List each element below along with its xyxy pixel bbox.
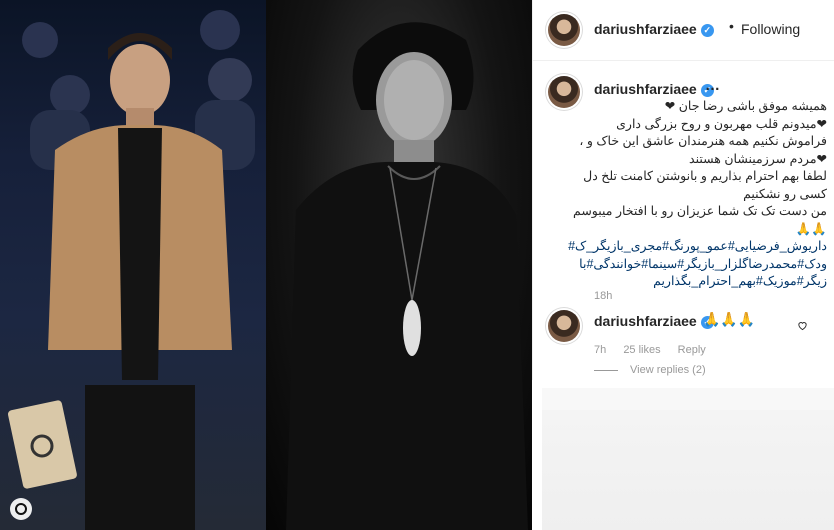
- profile-avatar[interactable]: [548, 14, 580, 46]
- post-image-right-panel: [266, 0, 532, 530]
- comment-avatar[interactable]: [548, 310, 580, 342]
- post-header: dariushfarziaee ✓ • Following: [533, 0, 834, 61]
- host-figure-illustration: [7, 10, 255, 530]
- caption-line: ❤میدونم قلب مهربون و روح بزرگی داری: [616, 116, 827, 131]
- caption-line: کسی رو نشکنیم: [743, 186, 827, 201]
- comment-username-text[interactable]: dariushfarziaee: [594, 313, 697, 329]
- view-replies-dash: [594, 369, 618, 371]
- post-details: dariushfarziaee ✓ • Following dariushfarz…: [532, 0, 834, 380]
- view-replies-label[interactable]: View replies (2): [630, 364, 706, 376]
- header-username[interactable]: dariushfarziaee ✓: [594, 21, 714, 37]
- hashtag-line[interactable]: ودک#محمدرضاگلزار_بازیگر#سینما#خوانندگی#ب…: [579, 256, 827, 274]
- view-replies-button[interactable]: View replies (2): [594, 364, 706, 376]
- comment-time[interactable]: 7h: [594, 344, 606, 356]
- following-button[interactable]: Following: [741, 21, 800, 37]
- hashtag-line[interactable]: زیگر#موزیک#بهم_احترام_بگذاریم: [595, 273, 827, 291]
- caption-line: ❤مردم سرزمینشان هستند: [689, 151, 827, 166]
- comment-meta: 7h 25 likes Reply: [594, 344, 720, 356]
- header-separator: •: [729, 18, 734, 34]
- heart-outline-icon[interactable]: [797, 320, 808, 331]
- comment-likes[interactable]: 25 likes: [623, 344, 660, 356]
- caption-more[interactable]: …: [705, 77, 720, 94]
- post-image[interactable]: [0, 0, 532, 530]
- caption-line: 🙏🙏: [795, 221, 827, 236]
- header-username-text[interactable]: dariushfarziaee: [594, 21, 697, 37]
- comment-username[interactable]: dariushfarziaee ✓: [594, 313, 714, 329]
- caption-username-text[interactable]: dariushfarziaee: [594, 81, 697, 97]
- verified-badge-icon: ✓: [700, 23, 714, 37]
- blurred-strip: [542, 388, 834, 410]
- carousel-indicator-icon[interactable]: [10, 498, 32, 520]
- caption-text: همیشه موفق باشی رضا جان ❤ ❤میدونم قلب مه…: [568, 98, 827, 291]
- reply-button[interactable]: Reply: [678, 344, 706, 356]
- blurred-region: [542, 388, 834, 530]
- caption-line: فراموش نکنیم همه هنرمندان عاشق این خاک و…: [579, 134, 827, 148]
- caption-timestamp[interactable]: 18h: [594, 290, 612, 302]
- comment-text: 🙏🙏🙏: [703, 311, 756, 327]
- singer-figure-illustration: [286, 22, 528, 530]
- caption-line: من دست تک تک شما عزیزان رو با افتخار میب…: [573, 204, 827, 218]
- caption-avatar[interactable]: [548, 76, 580, 108]
- post-image-left-panel: [0, 0, 266, 530]
- comments-area: dariushfarziaee ✓ … همیشه موفق باشی رضا ج…: [533, 60, 834, 380]
- post-side-panel: dariushfarziaee ✓ • Following dariushfarz…: [532, 0, 834, 530]
- caption-username[interactable]: dariushfarziaee ✓: [594, 81, 714, 97]
- hashtag-line[interactable]: داریوش_فرضیایی#عمو_پورنگ#مجری_بازیگر_ک#: [568, 238, 827, 256]
- caption-line: لطفا بهم احترام بذاریم و بانوشتن کامنت ت…: [583, 169, 827, 183]
- caption-line: همیشه موفق باشی رضا جان ❤: [664, 99, 827, 113]
